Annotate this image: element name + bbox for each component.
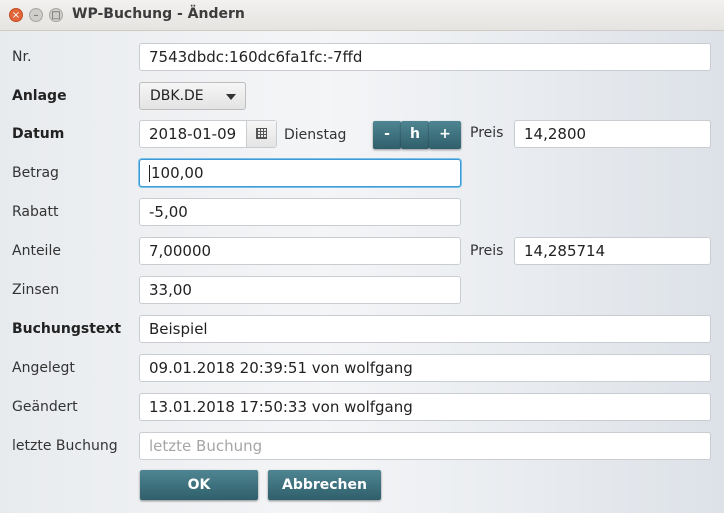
rabatt-label: Rabatt xyxy=(12,204,59,220)
geaendert-field[interactable]: 13.01.2018 17:50:33 von wolfgang xyxy=(139,393,711,421)
nr-field[interactable]: 7543dbdc:160dc6fa1fc:-7ffd xyxy=(139,43,711,71)
zinsen-label: Zinsen xyxy=(12,282,60,298)
maximize-window-button[interactable]: □ xyxy=(49,8,63,22)
calendar-button[interactable] xyxy=(246,121,276,147)
anteile-preis-label: Preis xyxy=(470,243,504,259)
close-window-button[interactable]: × xyxy=(9,8,23,22)
title-bar: × – □ WP-Buchung - Ändern xyxy=(0,0,724,31)
anteile-preis-field[interactable]: 14,285714 xyxy=(514,237,711,265)
anlage-label: Anlage xyxy=(12,88,67,104)
cancel-button[interactable]: Abbrechen xyxy=(268,470,381,500)
letzte-buchung-label: letzte Buchung xyxy=(12,438,118,454)
nr-label: Nr. xyxy=(12,49,32,65)
weekday-label: Dienstag xyxy=(284,127,347,143)
anteile-field[interactable]: 7,00000 xyxy=(139,237,461,265)
previous-day-button[interactable]: - xyxy=(373,121,401,149)
dialog-window: × – □ WP-Buchung - Ändern Nr. 7543dbdc:1… xyxy=(0,0,724,513)
betrag-value: 100,00 xyxy=(151,164,204,182)
chevron-down-icon xyxy=(226,94,236,100)
datum-label: Datum xyxy=(12,126,65,142)
angelegt-label: Angelegt xyxy=(12,360,75,376)
datum-value[interactable]: 2018-01-09 xyxy=(149,121,236,147)
letzte-buchung-field[interactable]: letzte Buchung xyxy=(139,432,711,460)
kurs-preis-field[interactable]: 14,2800 xyxy=(514,120,711,148)
datum-picker[interactable]: 2018-01-09 xyxy=(139,120,277,148)
anlage-dropdown[interactable]: DBK.DE xyxy=(139,82,246,110)
window-title: WP-Buchung - Ändern xyxy=(72,6,245,22)
angelegt-field[interactable]: 09.01.2018 20:39:51 von wolfgang xyxy=(139,354,711,382)
betrag-field[interactable]: 100,00 xyxy=(139,159,461,187)
buchungstext-field[interactable]: Beispiel xyxy=(139,315,711,343)
next-day-button[interactable]: + xyxy=(429,121,461,149)
ok-button[interactable]: OK xyxy=(140,470,258,500)
geaendert-label: Geändert xyxy=(12,399,78,415)
betrag-label: Betrag xyxy=(12,165,59,181)
anteile-label: Anteile xyxy=(12,243,61,259)
zinsen-field[interactable]: 33,00 xyxy=(139,276,461,304)
today-button[interactable]: h xyxy=(401,121,429,149)
calendar-icon xyxy=(256,128,267,139)
kurs-preis-label: Preis xyxy=(470,125,504,141)
anlage-selected-value: DBK.DE xyxy=(150,88,204,104)
rabatt-field[interactable]: -5,00 xyxy=(139,198,461,226)
buchungstext-label: Buchungstext xyxy=(12,321,122,337)
text-cursor xyxy=(149,165,150,182)
minimize-window-button[interactable]: – xyxy=(29,8,43,22)
